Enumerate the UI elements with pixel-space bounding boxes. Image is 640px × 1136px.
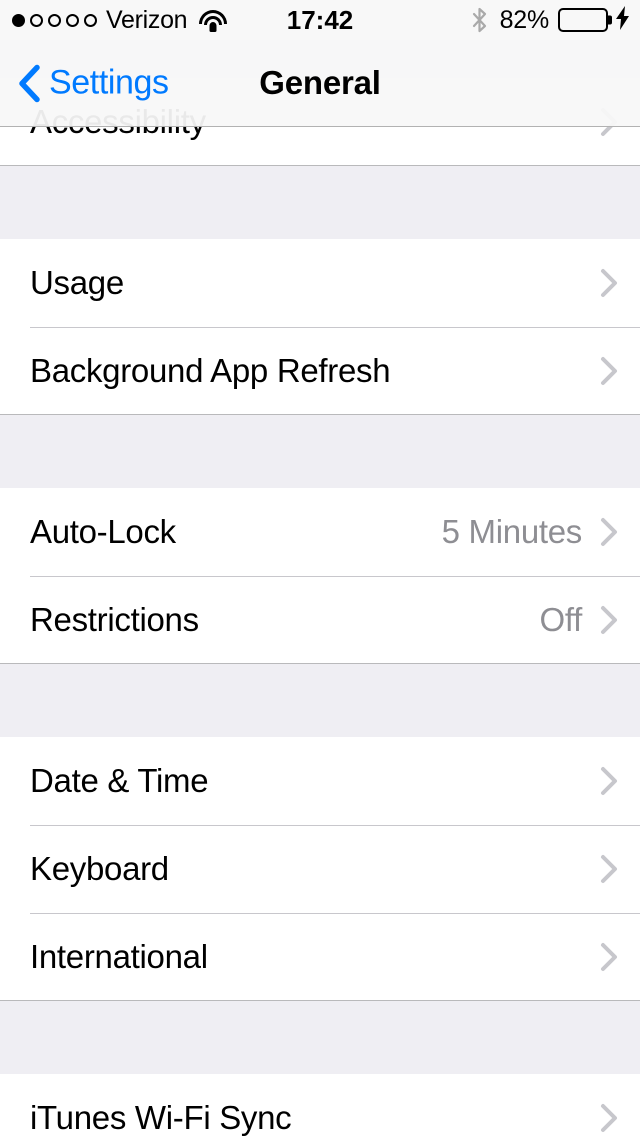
- list-item-label: Auto-Lock: [30, 513, 176, 550]
- chevron-right-icon: [601, 855, 617, 883]
- chevron-right-icon: [601, 943, 617, 971]
- settings-general-screen: AccessibilityUsageBackground App Refresh…: [0, 0, 640, 1136]
- navigation-bar: Settings General: [0, 40, 640, 127]
- chevron-right-icon: [601, 269, 617, 297]
- list-item-label: Background App Refresh: [30, 352, 391, 389]
- list-item[interactable]: Date & Time: [0, 737, 640, 825]
- locale-section: Date & Time Keyboard International: [0, 737, 640, 1001]
- list-item-label: Date & Time: [30, 762, 209, 799]
- chevron-right-icon: [601, 606, 617, 634]
- list-item[interactable]: Background App Refresh: [0, 327, 640, 415]
- list-item[interactable]: Restrictions Off: [0, 576, 640, 664]
- page-title: General: [259, 64, 381, 101]
- list-item-label: Keyboard: [30, 850, 169, 887]
- chevron-right-icon: [601, 1104, 617, 1132]
- list-item-label: iTunes Wi-Fi Sync: [30, 1099, 292, 1136]
- list-item[interactable]: International: [0, 913, 640, 1001]
- settings-list[interactable]: AccessibilityUsageBackground App Refresh…: [0, 0, 640, 1136]
- list-item[interactable]: iTunes Wi-Fi Sync: [0, 1074, 640, 1136]
- section-gap: [0, 1001, 640, 1074]
- list-item-label: Restrictions: [30, 601, 199, 638]
- bluetooth-icon: [472, 7, 487, 33]
- usage-section: Usage Background App Refresh: [0, 239, 640, 415]
- sync-section: iTunes Wi-Fi Sync: [0, 1074, 640, 1136]
- list-item[interactable]: Usage: [0, 239, 640, 327]
- section-gap: [0, 166, 640, 239]
- list-item-value: Off: [539, 601, 582, 638]
- battery-percent-label: 82%: [499, 5, 550, 34]
- section-gap: [0, 415, 640, 488]
- chevron-right-icon: [601, 518, 617, 546]
- lock-section: Auto-Lock 5 Minutes Restrictions Off: [0, 488, 640, 664]
- list-item-label: International: [30, 938, 208, 975]
- list-item[interactable]: Keyboard: [0, 825, 640, 913]
- list-item[interactable]: Auto-Lock 5 Minutes: [0, 488, 640, 576]
- status-bar: Verizon 17:42 82%: [0, 0, 640, 40]
- chevron-right-icon: [601, 357, 617, 385]
- section-gap: [0, 664, 640, 737]
- list-item-label: Usage: [30, 264, 124, 301]
- chevron-right-icon: [601, 767, 617, 795]
- status-bar-right: 82%: [472, 5, 630, 35]
- list-item-value: 5 Minutes: [441, 513, 583, 550]
- charging-bolt-icon: [616, 5, 630, 35]
- battery-icon: [558, 8, 612, 32]
